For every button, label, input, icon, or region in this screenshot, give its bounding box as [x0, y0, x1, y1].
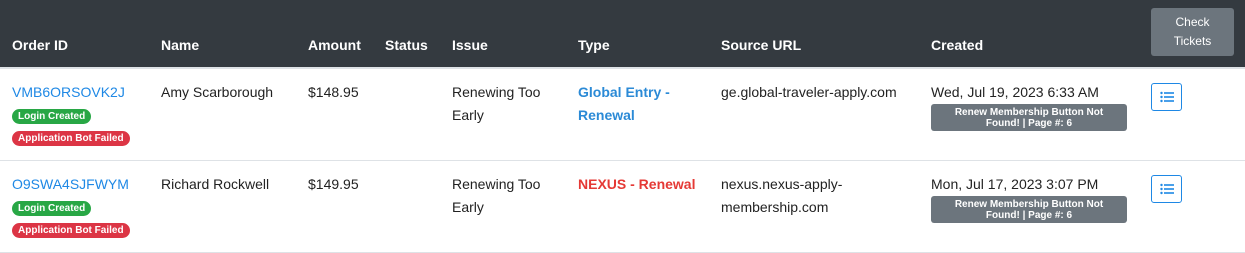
- column-header-order-id[interactable]: Order ID: [12, 37, 68, 53]
- column-header-amount[interactable]: Amount: [308, 37, 361, 53]
- source-url: nexus.nexus-apply-: [721, 176, 843, 192]
- login-created-badge: Login Created: [12, 109, 92, 124]
- issue-line-2: Early: [452, 107, 484, 123]
- application-bot-failed-badge: Application Bot Failed: [12, 223, 130, 238]
- table-header: Order ID Name Amount Status Issue Type S…: [0, 0, 1245, 69]
- issue-line-1: Renewing Too: [452, 84, 541, 100]
- check-tickets-button[interactable]: Check Tickets: [1151, 8, 1234, 56]
- error-note-badge: Renew Membership Button Not Found! | Pag…: [931, 104, 1127, 131]
- source-url: ge.global-traveler-apply.com: [721, 84, 897, 100]
- order-id-link[interactable]: VMB6ORSOVK2J: [12, 81, 125, 104]
- created-date: Mon, Jul 17, 2023 3:07 PM: [931, 176, 1099, 192]
- table-row: VMB6ORSOVK2J Login Created Application B…: [0, 69, 1245, 161]
- application-bot-failed-badge: Application Bot Failed: [12, 131, 130, 146]
- order-amount: $149.95: [308, 176, 359, 192]
- orders-table: Order ID Name Amount Status Issue Type S…: [0, 0, 1245, 253]
- column-header-type[interactable]: Type: [578, 37, 610, 53]
- view-details-button[interactable]: [1151, 175, 1182, 203]
- column-header-created[interactable]: Created: [931, 37, 983, 53]
- column-header-status[interactable]: Status: [385, 37, 428, 53]
- source-url-line-2: membership.com: [721, 199, 829, 215]
- issue-line-2: Early: [452, 199, 484, 215]
- type-line-1: Global Entry -: [578, 84, 670, 100]
- column-header-issue[interactable]: Issue: [452, 37, 488, 53]
- error-note-badge: Renew Membership Button Not Found! | Pag…: [931, 196, 1127, 223]
- column-header-name[interactable]: Name: [161, 37, 199, 53]
- list-icon: [1159, 91, 1174, 103]
- column-header-source-url[interactable]: Source URL: [721, 37, 801, 53]
- customer-name: Richard Rockwell: [161, 176, 270, 192]
- type-line-2: Renewal: [578, 107, 635, 123]
- order-amount: $148.95: [308, 84, 359, 100]
- table-row: O9SWA4SJFWYM Login Created Application B…: [0, 161, 1245, 253]
- view-details-button[interactable]: [1151, 83, 1182, 111]
- created-date: Wed, Jul 19, 2023 6:33 AM: [931, 84, 1099, 100]
- issue-line-1: Renewing Too: [452, 176, 541, 192]
- customer-name: Amy Scarborough: [161, 84, 274, 100]
- type-line-1: NEXUS - Renewal: [578, 176, 696, 192]
- list-icon: [1159, 183, 1174, 195]
- order-id-link[interactable]: O9SWA4SJFWYM: [12, 173, 129, 196]
- login-created-badge: Login Created: [12, 201, 92, 216]
